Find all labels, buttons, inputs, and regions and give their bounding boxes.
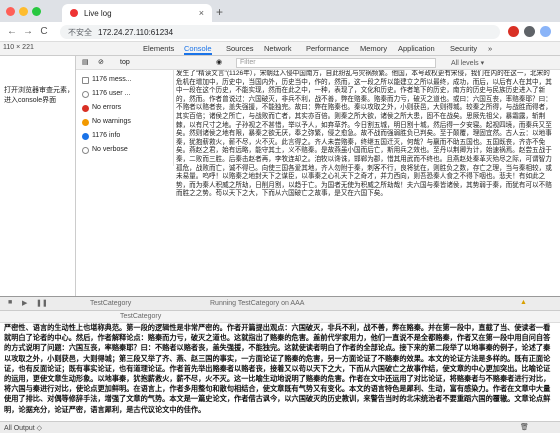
sidebar-item-user-messages[interactable]: 1176 user ...	[82, 88, 130, 100]
tab-console[interactable]: Console	[184, 44, 212, 55]
ide-toolbar: ■ ▶ ❚❚ TestCategory Running TestCategory…	[0, 297, 560, 311]
forward-button[interactable]: →	[20, 26, 36, 37]
tab-memory[interactable]: Memory	[360, 44, 387, 53]
status-bar: All Output ◇ 🗑	[0, 421, 560, 433]
close-tab-icon[interactable]: ×	[199, 8, 204, 18]
favicon-icon	[70, 9, 78, 17]
url-text: 172.24.27.110:61234	[98, 27, 174, 37]
url-input[interactable]: 不安全 172.24.27.110:61234	[60, 25, 500, 39]
sidebar-item-warnings[interactable]: No warnings	[82, 116, 131, 128]
ide-output: 严密性、语言的生动性上也堪称典范。第一段的逻辑性是非常严密的。作者开篇提出观点：…	[4, 323, 551, 414]
console-sidebar: 1176 mess... 1176 user ... No errors No …	[76, 70, 174, 166]
close-window-button[interactable]	[6, 7, 15, 16]
tab-bar: Live log × +	[0, 0, 560, 22]
more-tabs-icon[interactable]: »	[488, 44, 492, 53]
console-output: 发生了"精读文言"(1126年），宋朝廷入侵中国南方，自此纷乱与灾祸频繁。他国，…	[176, 70, 552, 198]
run-status: Running TestCategory on AAA	[210, 300, 305, 307]
sidebar-item-verbose[interactable]: No verbose	[82, 144, 128, 156]
clear-console-icon[interactable]: ⊘	[98, 58, 104, 66]
minimize-window-button[interactable]	[19, 7, 28, 16]
user-icon	[82, 90, 89, 98]
info-icon	[82, 132, 89, 140]
new-tab-button[interactable]: +	[216, 5, 223, 19]
back-button[interactable]: ←	[4, 26, 20, 37]
sidebar-item-messages[interactable]: 1176 mess...	[82, 74, 132, 86]
tab-security[interactable]: Security	[450, 44, 477, 53]
sidebar-item-errors[interactable]: No errors	[82, 102, 121, 114]
scheme-tab[interactable]: TestCategory	[90, 300, 131, 307]
console-filter-input[interactable]: Filter	[236, 58, 436, 68]
console-toolbar: ▤ ⊘ top ◉ Filter All levels ▾	[76, 56, 560, 70]
ide-panel: ■ ▶ ❚❚ TestCategory Running TestCategory…	[0, 296, 560, 433]
sidebar-item-info[interactable]: 1176 info	[82, 130, 120, 142]
address-bar: ← → C 不安全 172.24.27.110:61234	[0, 22, 560, 42]
viewport-separator: ×	[16, 44, 21, 51]
tab-application[interactable]: Application	[398, 44, 435, 53]
browser-tab[interactable]: Live log ×	[62, 4, 212, 22]
list-icon	[82, 76, 89, 84]
page-instruction: 打开浏览器审查元素，进入console界面	[4, 87, 74, 104]
extension-icon[interactable]	[508, 26, 519, 37]
pause-icon[interactable]: ❚❚	[36, 299, 48, 307]
warning-icon	[82, 118, 89, 126]
maximize-window-button[interactable]	[32, 7, 41, 16]
warning-icon: ▲	[520, 299, 527, 306]
verbose-icon	[82, 146, 89, 154]
ide-breadcrumb: TestCategory	[0, 311, 560, 323]
extension-icon-2[interactable]	[524, 26, 535, 37]
profile-avatar[interactable]	[540, 26, 551, 37]
tab-sources[interactable]: Sources	[226, 44, 254, 53]
target-tab[interactable]: TestCategory	[120, 313, 161, 320]
context-select[interactable]: top	[120, 59, 130, 66]
security-indicator[interactable]: 不安全	[68, 27, 92, 38]
error-icon	[82, 104, 89, 112]
page-viewport: 打开浏览器审查元素，进入console界面	[0, 56, 76, 296]
devtools-toolbar: 110 × 221 Elements Console Sources Netwo…	[0, 42, 560, 56]
eye-icon[interactable]: ◉	[216, 58, 222, 66]
stop-icon[interactable]: ■	[8, 299, 12, 306]
tab-performance[interactable]: Performance	[306, 44, 349, 53]
output-filter-select[interactable]: All Output ◇	[4, 424, 42, 432]
sidebar-toggle-icon[interactable]: ▤	[82, 58, 89, 66]
log-levels-select[interactable]: All levels ▾	[451, 59, 484, 67]
trash-icon[interactable]: 🗑	[520, 423, 529, 431]
tab-title: Live log	[84, 8, 112, 18]
tab-network[interactable]: Network	[264, 44, 292, 53]
viewport-width[interactable]: 110	[3, 44, 14, 51]
viewport-height[interactable]: 221	[22, 44, 34, 51]
play-icon[interactable]: ▶	[22, 299, 27, 307]
reload-button[interactable]: C	[36, 26, 52, 37]
tab-elements[interactable]: Elements	[143, 44, 174, 53]
